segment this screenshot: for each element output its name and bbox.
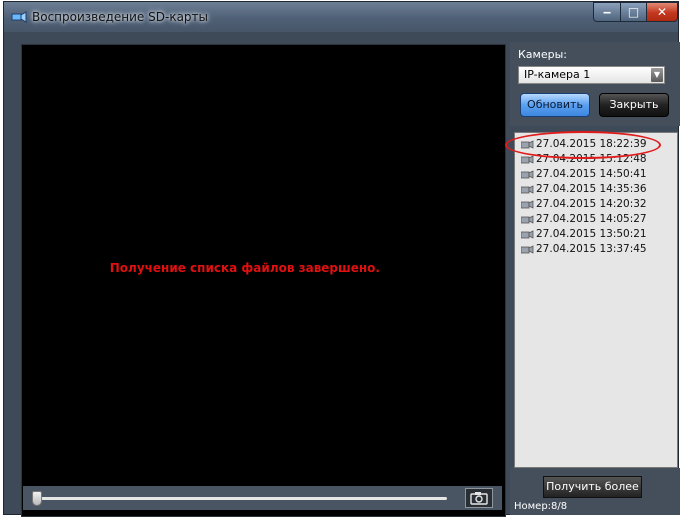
playback-seekbar bbox=[23, 486, 502, 510]
app-window: Воспроизведение SD-карты ‒ □ ✕ Получение… bbox=[3, 1, 680, 517]
camera-file-icon bbox=[521, 154, 534, 164]
close-button[interactable]: Закрыть bbox=[599, 93, 669, 117]
minimize-button[interactable]: ‒ bbox=[593, 2, 621, 22]
file-counter: Номер:8/8 bbox=[514, 501, 568, 512]
app-camera-icon bbox=[11, 11, 27, 23]
camera-file-icon bbox=[521, 214, 534, 224]
camera-icon bbox=[470, 492, 488, 505]
snapshot-button[interactable] bbox=[465, 488, 493, 508]
list-item[interactable]: 27.04.2015 13:50:21 bbox=[521, 228, 647, 242]
cameras-label: Камеры: bbox=[518, 48, 567, 61]
camera-file-icon bbox=[521, 199, 534, 209]
file-list[interactable]: 27.04.2015 18:22:39 27.04.2015 15:12:48 … bbox=[514, 132, 678, 468]
seek-thumb[interactable] bbox=[32, 491, 42, 506]
list-item[interactable]: 27.04.2015 13:37:45 bbox=[521, 243, 647, 257]
file-item-label: 27.04.2015 13:50:21 bbox=[536, 228, 647, 240]
file-item-label: 27.04.2015 14:20:32 bbox=[536, 198, 647, 210]
camera-file-icon bbox=[521, 229, 534, 239]
camera-file-icon bbox=[521, 244, 534, 254]
file-item-label: 27.04.2015 14:35:36 bbox=[536, 183, 647, 195]
file-item-label: 27.04.2015 14:05:27 bbox=[536, 213, 647, 225]
close-window-button[interactable]: ✕ bbox=[646, 2, 678, 22]
refresh-button[interactable]: Обновить bbox=[520, 93, 590, 117]
video-area[interactable]: Получение списка файлов завершено. bbox=[21, 44, 506, 517]
camera-file-icon bbox=[521, 184, 534, 194]
file-item-label: 27.04.2015 13:37:45 bbox=[536, 243, 647, 255]
status-message: Получение списка файлов завершено. bbox=[109, 261, 380, 275]
list-item[interactable]: 27.04.2015 14:50:41 bbox=[521, 168, 647, 182]
file-item-label: 27.04.2015 14:50:41 bbox=[536, 168, 647, 180]
list-item[interactable]: 27.04.2015 14:35:36 bbox=[521, 183, 647, 197]
load-more-button[interactable]: Получить более bbox=[543, 476, 642, 498]
maximize-button[interactable]: □ bbox=[620, 2, 647, 22]
seek-track[interactable] bbox=[37, 497, 447, 500]
highlight-ellipse bbox=[505, 131, 661, 159]
list-item[interactable]: 27.04.2015 14:20:32 bbox=[521, 198, 647, 212]
title-bar[interactable]: Воспроизведение SD-карты ‒ □ ✕ bbox=[4, 2, 678, 32]
camera-panel: Камеры: IP-камера 1 ▼ Обновить Закрыть bbox=[510, 42, 680, 126]
camera-file-icon bbox=[521, 169, 534, 179]
camera-select-value: IP-камера 1 bbox=[524, 68, 591, 81]
list-footer: Получить более Номер:8/8 bbox=[510, 468, 680, 515]
chevron-down-icon[interactable]: ▼ bbox=[651, 68, 663, 82]
window-title: Воспроизведение SD-карты bbox=[32, 10, 209, 24]
list-item[interactable]: 27.04.2015 14:05:27 bbox=[521, 213, 647, 227]
camera-select[interactable]: IP-камера 1 ▼ bbox=[518, 66, 665, 84]
